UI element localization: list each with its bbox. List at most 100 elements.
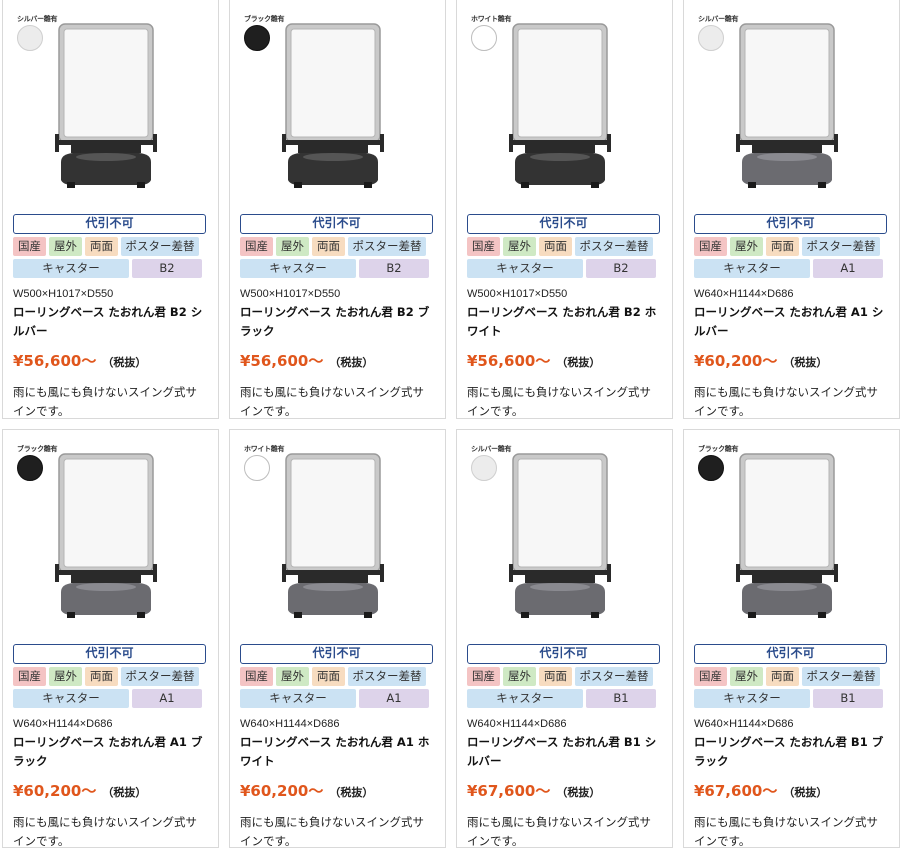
tag-size: B2 xyxy=(132,259,202,278)
feature-tags: 国産 屋外 両面 ポスター差替 xyxy=(467,237,660,256)
cod-unavailable-badge: 代引不可 xyxy=(240,214,433,234)
tax-note: （税抜） xyxy=(329,786,374,799)
color-swatch-icon xyxy=(471,455,497,481)
tag-poster-replace: ポスター差替 xyxy=(575,237,653,256)
feature-tags: 国産 屋外 両面 ポスター差替 xyxy=(13,667,206,686)
product-name[interactable]: ローリングベース たおれん君 A1 ホワイト xyxy=(240,733,433,771)
product-price: ¥60,200〜 xyxy=(694,352,778,370)
color-swatch-icon xyxy=(244,25,270,51)
product-price: ¥60,200〜 xyxy=(240,782,324,800)
cod-unavailable-badge: 代引不可 xyxy=(467,644,660,664)
product-dimensions: W640×H1144×D686 xyxy=(240,718,340,730)
spec-tags: キャスター B1 xyxy=(467,689,660,708)
product-card[interactable]: シルバー雛有 代引不可 国産 屋外 両面 ポスター差替 キャスター B2 W50… xyxy=(2,0,219,419)
product-price: ¥56,600〜 xyxy=(467,352,551,370)
tag-double-sided: 両面 xyxy=(312,667,345,686)
tag-size: B1 xyxy=(586,689,656,708)
product-name[interactable]: ローリングベース たおれん君 B2 ブラック xyxy=(240,303,433,341)
product-price: ¥56,600〜 xyxy=(13,352,97,370)
product-description: 雨にも風にも負けないスイング式サインです。 xyxy=(13,385,197,418)
tag-size: A1 xyxy=(132,689,202,708)
product-card[interactable]: ブラック雛有 代引不可 国産 屋外 両面 ポスター差替 キャスター B1 W64… xyxy=(683,429,900,848)
tag-caster: キャスター xyxy=(694,689,810,708)
product-name[interactable]: ローリングベース たおれん君 A1 ブラック xyxy=(13,733,206,771)
product-price: ¥56,600〜 xyxy=(240,352,324,370)
product-dimensions: W640×H1144×D686 xyxy=(694,718,794,730)
color-swatch-icon xyxy=(471,25,497,51)
tag-double-sided: 両面 xyxy=(766,237,799,256)
tag-domestic: 国産 xyxy=(13,237,46,256)
product-description: 雨にも風にも負けないスイング式サインです。 xyxy=(467,815,651,848)
tag-poster-replace: ポスター差替 xyxy=(121,667,199,686)
product-image[interactable] xyxy=(505,452,615,627)
product-grid: シルバー雛有 代引不可 国産 屋外 両面 ポスター差替 キャスター B2 W50… xyxy=(2,0,900,848)
tag-double-sided: 両面 xyxy=(85,237,118,256)
product-name[interactable]: ローリングベース たおれん君 B1 ブラック xyxy=(694,733,887,771)
feature-tags: 国産 屋外 両面 ポスター差替 xyxy=(240,237,433,256)
product-card[interactable]: ホワイト雛有 代引不可 国産 屋外 両面 ポスター差替 キャスター B2 W50… xyxy=(456,0,673,419)
cod-unavailable-badge: 代引不可 xyxy=(13,644,206,664)
spec-tags: キャスター B2 xyxy=(13,259,206,278)
tag-double-sided: 両面 xyxy=(85,667,118,686)
product-image[interactable] xyxy=(51,22,161,197)
color-swatch-icon xyxy=(244,455,270,481)
product-price: ¥67,600〜 xyxy=(694,782,778,800)
product-name[interactable]: ローリングベース たおれん君 B1 シルバー xyxy=(467,733,660,771)
product-card[interactable]: シルバー雛有 代引不可 国産 屋外 両面 ポスター差替 キャスター A1 W64… xyxy=(683,0,900,419)
product-name[interactable]: ローリングベース たおれん君 A1 シルバー xyxy=(694,303,887,341)
tag-poster-replace: ポスター差替 xyxy=(802,667,880,686)
tax-note: （税抜） xyxy=(783,356,828,369)
product-price: ¥60,200〜 xyxy=(13,782,97,800)
product-image[interactable] xyxy=(505,22,615,197)
tag-poster-replace: ポスター差替 xyxy=(121,237,199,256)
tag-double-sided: 両面 xyxy=(312,237,345,256)
tag-domestic: 国産 xyxy=(467,667,500,686)
tag-outdoor: 屋外 xyxy=(730,237,763,256)
tag-double-sided: 両面 xyxy=(539,237,572,256)
price-row: ¥67,600〜 （税抜） xyxy=(467,780,660,801)
tag-outdoor: 屋外 xyxy=(503,667,536,686)
product-card[interactable]: ブラック雛有 代引不可 国産 屋外 両面 ポスター差替 キャスター A1 W64… xyxy=(2,429,219,848)
tag-poster-replace: ポスター差替 xyxy=(348,237,426,256)
tax-note: （税抜） xyxy=(556,786,601,799)
tag-caster: キャスター xyxy=(13,259,129,278)
tax-note: （税抜） xyxy=(329,356,374,369)
tag-caster: キャスター xyxy=(240,689,356,708)
tag-outdoor: 屋外 xyxy=(276,667,309,686)
product-image[interactable] xyxy=(732,452,842,627)
product-image[interactable] xyxy=(732,22,842,197)
tag-size: B1 xyxy=(813,689,883,708)
product-dimensions: W640×H1144×D686 xyxy=(467,718,567,730)
product-name[interactable]: ローリングベース たおれん君 B2 ホワイト xyxy=(467,303,660,341)
feature-tags: 国産 屋外 両面 ポスター差替 xyxy=(467,667,660,686)
tax-note: （税抜） xyxy=(102,356,147,369)
tag-double-sided: 両面 xyxy=(539,667,572,686)
product-description: 雨にも風にも負けないスイング式サインです。 xyxy=(13,815,197,848)
tag-poster-replace: ポスター差替 xyxy=(802,237,880,256)
tag-caster: キャスター xyxy=(240,259,356,278)
tax-note: （税抜） xyxy=(102,786,147,799)
price-row: ¥67,600〜 （税抜） xyxy=(694,780,887,801)
product-card[interactable]: ブラック雛有 代引不可 国産 屋外 両面 ポスター差替 キャスター B2 W50… xyxy=(229,0,446,419)
product-card[interactable]: ホワイト雛有 代引不可 国産 屋外 両面 ポスター差替 キャスター A1 W64… xyxy=(229,429,446,848)
tag-domestic: 国産 xyxy=(13,667,46,686)
color-swatch-icon xyxy=(698,455,724,481)
product-image[interactable] xyxy=(51,452,161,627)
cod-unavailable-badge: 代引不可 xyxy=(13,214,206,234)
feature-tags: 国産 屋外 両面 ポスター差替 xyxy=(694,237,887,256)
tag-size: A1 xyxy=(813,259,883,278)
tax-note: （税抜） xyxy=(783,786,828,799)
spec-tags: キャスター A1 xyxy=(13,689,206,708)
tag-size: B2 xyxy=(359,259,429,278)
price-row: ¥60,200〜 （税抜） xyxy=(13,780,206,801)
product-card[interactable]: シルバー雛有 代引不可 国産 屋外 両面 ポスター差替 キャスター B1 W64… xyxy=(456,429,673,848)
product-image[interactable] xyxy=(278,452,388,627)
product-image[interactable] xyxy=(278,22,388,197)
tag-domestic: 国産 xyxy=(240,237,273,256)
product-name[interactable]: ローリングベース たおれん君 B2 シルバー xyxy=(13,303,206,341)
color-swatch-icon xyxy=(17,25,43,51)
cod-unavailable-badge: 代引不可 xyxy=(240,644,433,664)
tag-caster: キャスター xyxy=(13,689,129,708)
price-row: ¥56,600〜 （税抜） xyxy=(467,350,660,371)
color-swatch-icon xyxy=(17,455,43,481)
